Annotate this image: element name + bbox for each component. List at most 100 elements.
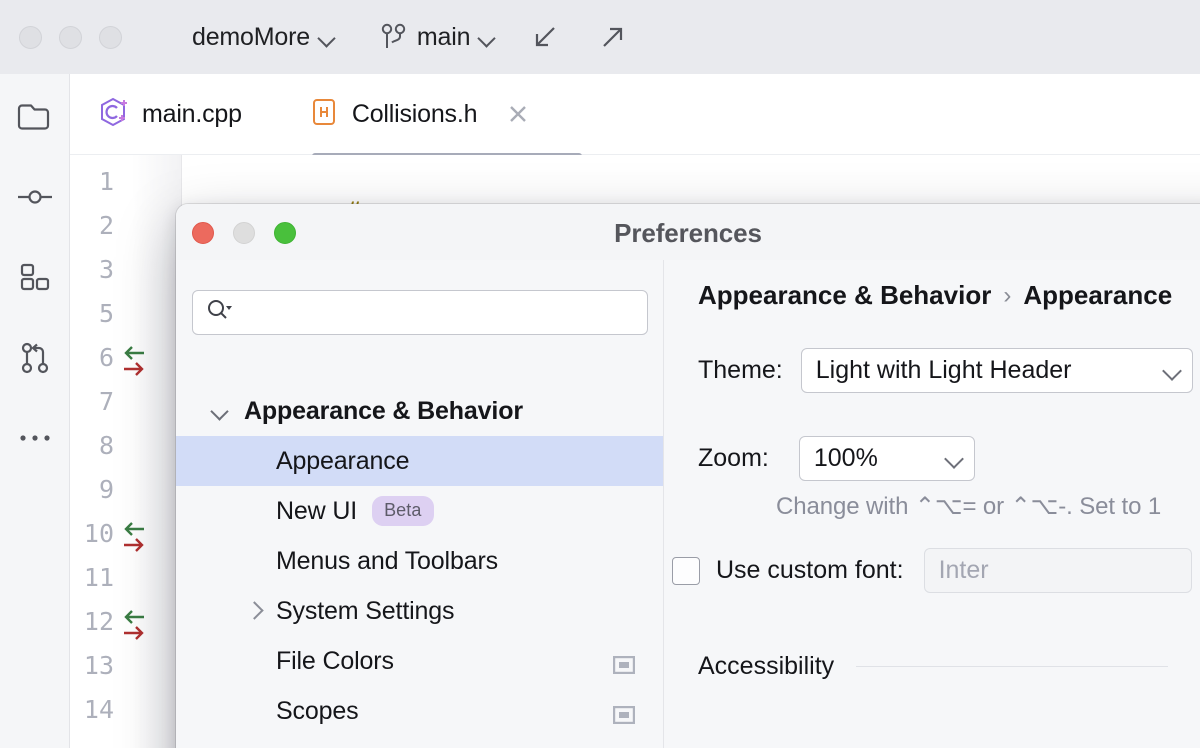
- push-commits-button[interactable]: [596, 20, 630, 54]
- activity-bar: [0, 74, 70, 748]
- pull-request-icon: [18, 341, 52, 380]
- theme-dropdown[interactable]: Light with Light Header: [800, 348, 1193, 393]
- line-number: 12: [83, 607, 114, 636]
- editor-tab-label: Collisions.h: [351, 99, 478, 128]
- tree-item-file-colors[interactable]: File Colors: [176, 636, 663, 686]
- fold-region-marker[interactable]: [118, 517, 164, 561]
- sidebar-item-structure[interactable]: [12, 256, 58, 302]
- header-file-icon: [310, 97, 338, 132]
- line-number: 2: [98, 211, 114, 240]
- settings-tree-panel: Appearance & Behavior Appearance New UI …: [176, 260, 664, 748]
- editor-tab-label: main.cpp: [142, 99, 242, 128]
- ellipsis-icon: [18, 431, 52, 449]
- window-close-dot[interactable]: [19, 25, 42, 49]
- dialog-body: Appearance & Behavior Appearance New UI …: [176, 260, 1200, 748]
- tree-item-label: New UI: [276, 496, 358, 525]
- search-icon: [205, 297, 235, 328]
- tree-item-appearance[interactable]: Appearance: [176, 436, 663, 486]
- cpp-file-icon: [98, 96, 130, 133]
- tree-item-new-ui[interactable]: New UI Beta: [176, 486, 663, 536]
- git-branch-icon: [380, 22, 408, 52]
- dialog-title: Preferences: [614, 218, 762, 248]
- tree-item-appearance-and-behavior[interactable]: Appearance & Behavior: [176, 386, 663, 436]
- update-project-button[interactable]: [528, 20, 562, 54]
- line-number: 6: [98, 343, 114, 372]
- tree-item-scopes[interactable]: Scopes: [176, 686, 663, 736]
- arrow-down-left-icon: [528, 20, 562, 54]
- chevron-down-icon: [1163, 362, 1180, 379]
- arrow-up-right-icon: [596, 20, 630, 54]
- project-scope-icon: [612, 652, 636, 675]
- line-number: 11: [83, 563, 114, 592]
- ide-window: demoMore main main.cpp Collisions.h 1 2 …: [0, 0, 1200, 748]
- chevron-down-icon: [319, 30, 334, 45]
- tree-item-menus-and-toolbars[interactable]: Menus and Toolbars: [176, 536, 663, 586]
- editor-tab-collisions-h[interactable]: Collisions.h: [310, 74, 531, 154]
- tree-item-label: Appearance: [276, 446, 410, 475]
- preferences-dialog: Preferences Appearance & Behavior Appear…: [176, 204, 1200, 748]
- tree-item-label: Menus and Toolbars: [276, 546, 498, 575]
- sidebar-item-commit[interactable]: [12, 176, 58, 222]
- tree-item-label: Scopes: [276, 696, 359, 725]
- chevron-down-icon: [479, 30, 494, 45]
- theme-value: Light with Light Header: [815, 356, 1072, 384]
- window-title-bar: demoMore main: [0, 0, 1200, 74]
- line-number: 14: [83, 695, 114, 724]
- settings-content-panel: Appearance & Behavior › Appearance Theme…: [664, 260, 1200, 748]
- line-number: 10: [83, 519, 114, 548]
- tree-item-system-settings[interactable]: System Settings: [176, 586, 663, 636]
- accessibility-title: Accessibility: [698, 652, 835, 680]
- breadcrumb-leaf: Appearance: [1023, 280, 1173, 310]
- project-selector[interactable]: demoMore: [192, 23, 334, 52]
- project-scope-icon: [612, 702, 636, 725]
- search-input[interactable]: [240, 299, 647, 326]
- theme-row: Theme: Light with Light Header: [698, 348, 1193, 393]
- dialog-title-bar: Preferences: [176, 204, 1200, 260]
- line-number: 8: [98, 431, 114, 460]
- zoom-row: Zoom: 100%: [698, 436, 975, 481]
- sidebar-item-more[interactable]: [12, 417, 58, 463]
- breadcrumb-separator: ›: [1003, 281, 1012, 309]
- window-minimize-dot[interactable]: [59, 25, 82, 49]
- custom-font-row: Use custom font: Inter: [664, 548, 1192, 593]
- chevron-down-icon[interactable]: [210, 400, 232, 422]
- editor-tab-bar: main.cpp Collisions.h: [70, 74, 1200, 159]
- sidebar-item-pull-requests[interactable]: [12, 337, 58, 383]
- use-custom-font-checkbox[interactable]: [672, 556, 700, 585]
- accessibility-section-header: Accessibility: [698, 652, 1168, 681]
- chevron-right-icon[interactable]: [244, 600, 266, 622]
- sidebar-item-project[interactable]: [12, 96, 58, 142]
- line-number: 7: [98, 387, 114, 416]
- zoom-value: 100%: [813, 444, 878, 472]
- chevron-down-icon: [945, 450, 962, 467]
- settings-search-box[interactable]: [192, 290, 648, 335]
- tree-item-label: Appearance & Behavior: [244, 396, 523, 425]
- fold-region-marker[interactable]: [118, 341, 164, 385]
- blocks-icon: [18, 262, 52, 297]
- editor-gutter[interactable]: 1 2 3 5 6 7 8 9 10 11 12 13 14: [70, 155, 182, 748]
- theme-label: Theme:: [698, 356, 783, 384]
- branch-selector[interactable]: main: [380, 22, 494, 52]
- section-divider: [856, 666, 1168, 667]
- custom-font-placeholder: Inter: [938, 556, 989, 584]
- zoom-label: Zoom:: [698, 444, 769, 472]
- zoom-dropdown[interactable]: 100%: [798, 436, 975, 481]
- window-controls[interactable]: [19, 25, 122, 49]
- fold-region-marker[interactable]: [118, 605, 164, 649]
- line-number: 3: [98, 255, 114, 284]
- editor-tab-main-cpp[interactable]: main.cpp: [98, 74, 242, 154]
- line-number: 5: [98, 299, 114, 328]
- breadcrumb: Appearance & Behavior › Appearance: [698, 280, 1172, 311]
- close-icon[interactable]: [505, 101, 531, 127]
- project-name: demoMore: [192, 22, 310, 51]
- custom-font-input[interactable]: Inter: [923, 548, 1192, 593]
- tree-item-notifications[interactable]: Notifications: [176, 736, 663, 748]
- branch-name: main: [416, 22, 471, 51]
- breadcrumb-root[interactable]: Appearance & Behavior: [698, 280, 991, 311]
- tree-item-label: File Colors: [276, 646, 394, 675]
- zoom-hint-text: Change with ⌃⌥= or ⌃⌥-. Set to 1: [776, 493, 1162, 520]
- tree-item-label: System Settings: [276, 596, 455, 625]
- line-number: 9: [98, 475, 114, 504]
- folder-icon: [16, 101, 54, 138]
- window-zoom-dot[interactable]: [99, 25, 122, 49]
